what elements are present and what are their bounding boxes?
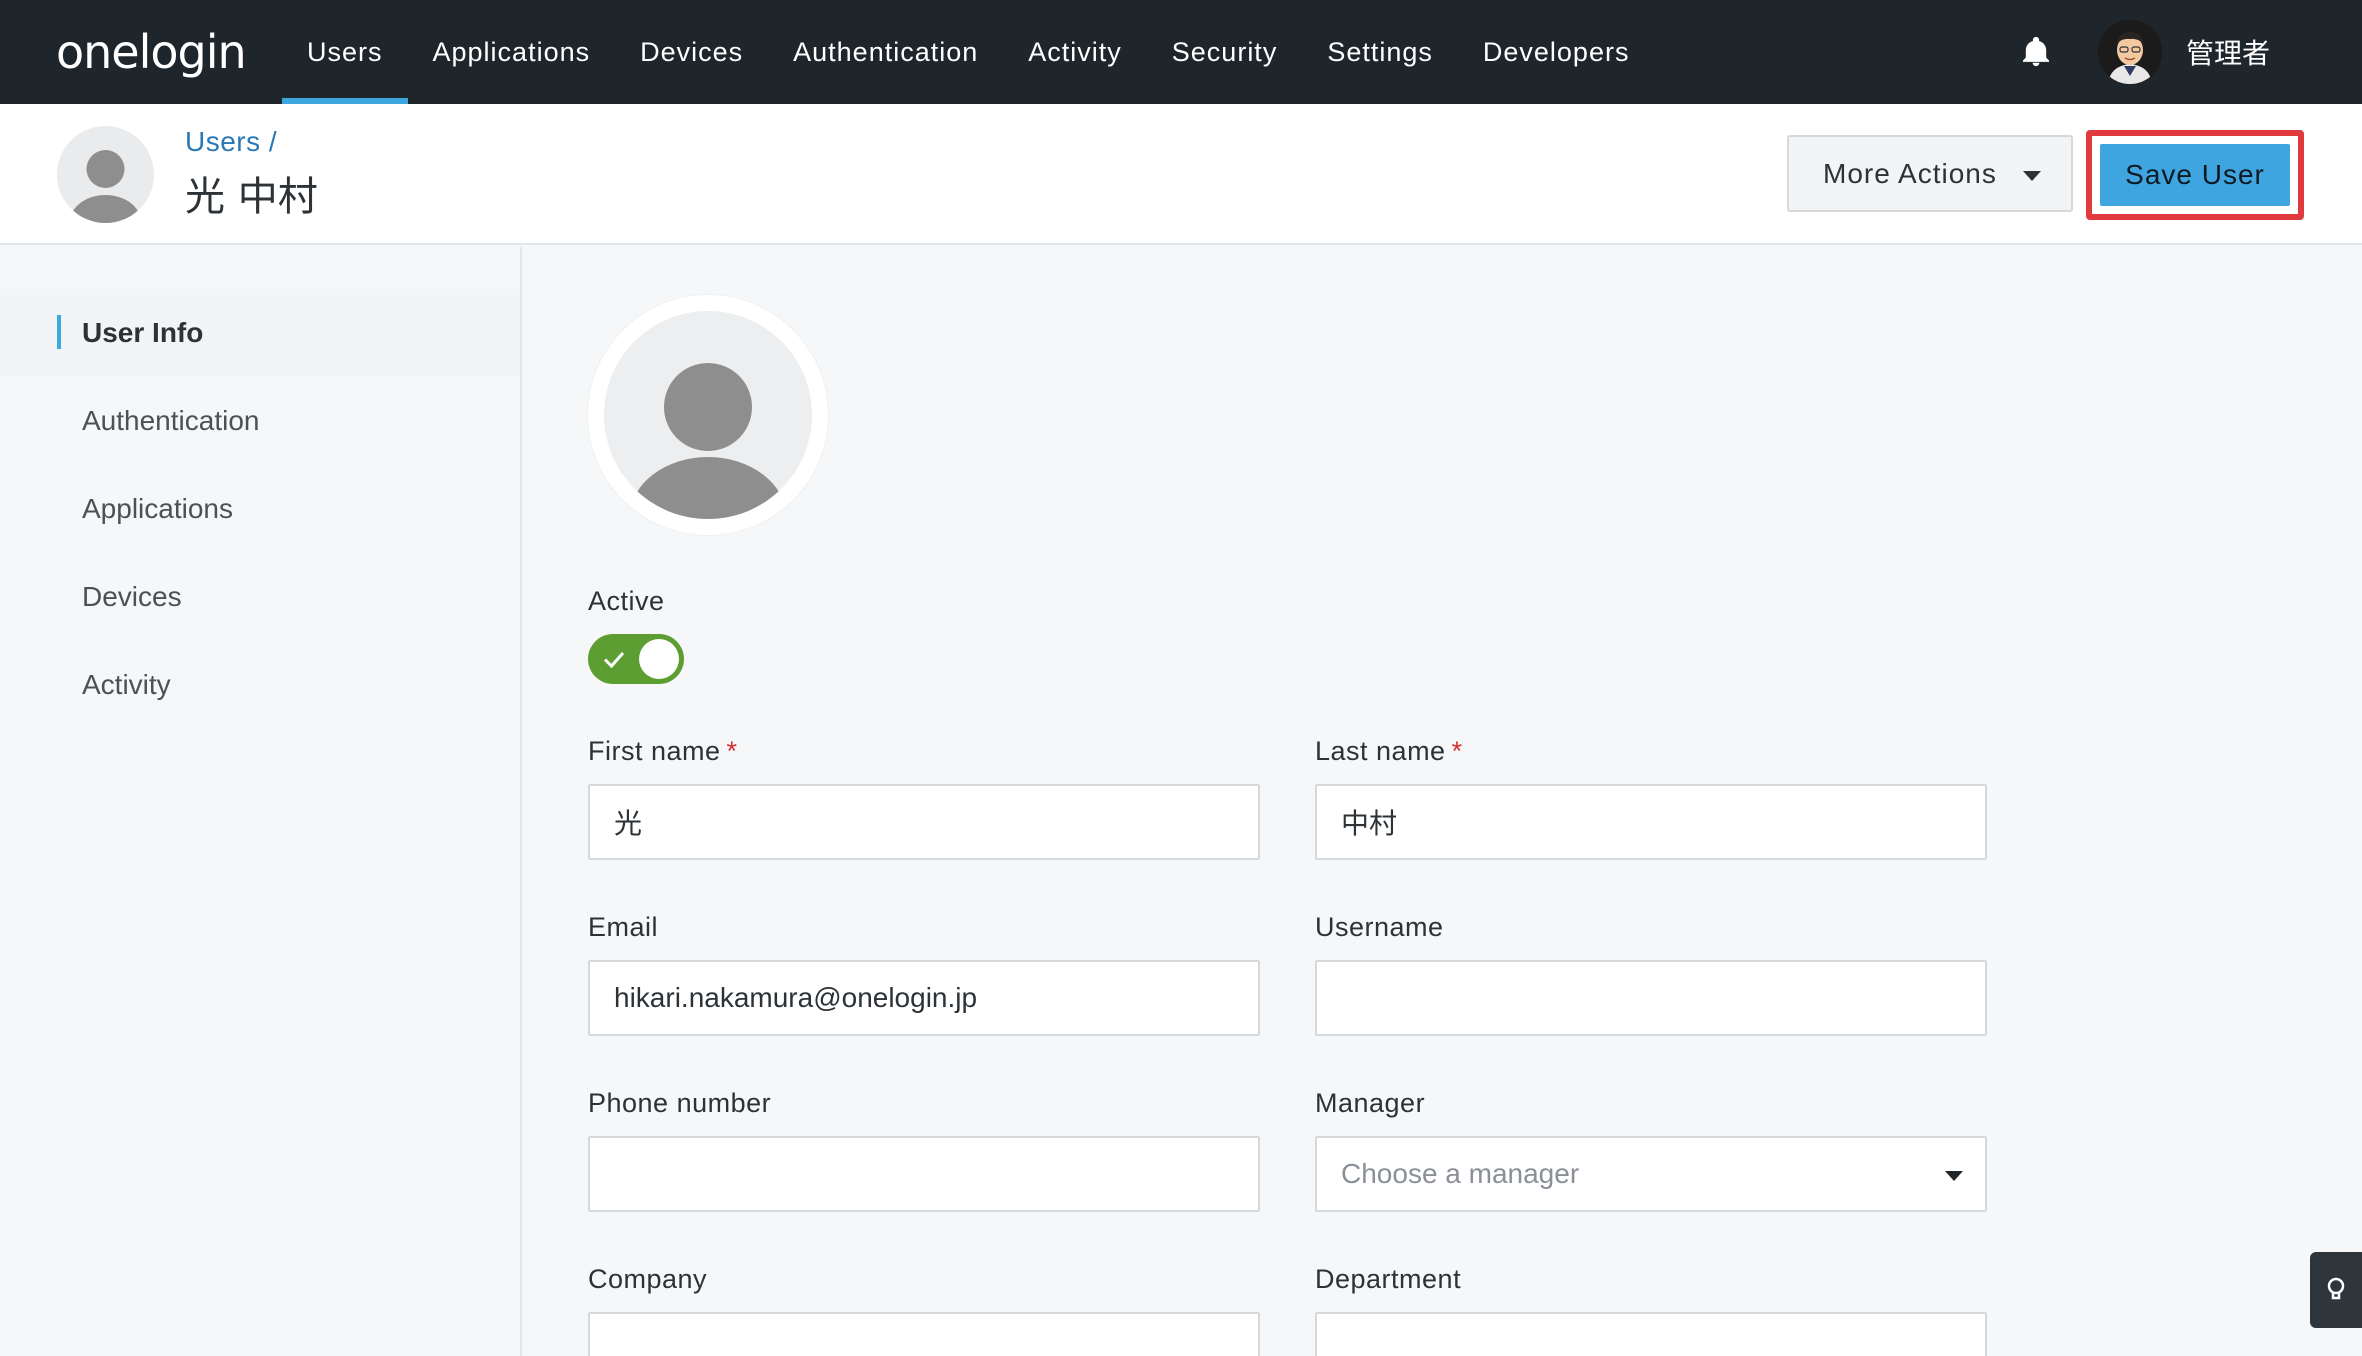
user-avatar [57, 126, 154, 223]
profile-picture-upload[interactable] [588, 295, 828, 535]
onelogin-logo[interactable]: onelogin [56, 20, 247, 84]
caret-down-icon [1945, 1171, 1963, 1181]
main-nav: Users Applications Devices Authenticatio… [282, 0, 1654, 104]
sidebar-item-applications[interactable]: Applications [0, 465, 520, 553]
email-field[interactable] [588, 960, 1260, 1036]
nav-item-security[interactable]: Security [1147, 0, 1303, 104]
sidebar-item-authentication[interactable]: Authentication [0, 377, 520, 465]
nav-item-users[interactable]: Users [282, 0, 408, 104]
username-label: Username [1315, 912, 1444, 942]
nav-item-authentication[interactable]: Authentication [768, 0, 1003, 104]
nav-item-applications[interactable]: Applications [408, 0, 616, 104]
bell-icon[interactable] [2019, 35, 2053, 69]
department-label: Department [1315, 1264, 1462, 1294]
save-button-highlight: Save User [2086, 130, 2304, 220]
required-mark: * [726, 736, 738, 766]
department-field[interactable] [1315, 1312, 1987, 1356]
phone-label: Phone number [588, 1088, 772, 1118]
last-name-label-text: Last name [1315, 736, 1446, 766]
caret-down-icon [2023, 171, 2041, 181]
active-label: Active [588, 586, 665, 616]
sidebar-item-user-info[interactable]: User Info [0, 289, 520, 377]
user-info-form: Active First name* Last name* Email User… [522, 247, 2362, 1356]
last-name-field[interactable] [1315, 784, 1987, 860]
email-label: Email [588, 912, 659, 942]
first-name-field[interactable] [588, 784, 1260, 860]
required-mark: * [1451, 736, 1463, 766]
page-header: Users / 光 中村 More Actions Save User [0, 104, 2362, 245]
nav-item-settings[interactable]: Settings [1302, 0, 1458, 104]
nav-item-developers[interactable]: Developers [1458, 0, 1655, 104]
company-label: Company [588, 1264, 708, 1294]
nav-item-activity[interactable]: Activity [1003, 0, 1147, 104]
phone-field[interactable] [588, 1136, 1260, 1212]
user-sidebar: User Info Authentication Applications De… [0, 247, 522, 1356]
nav-item-devices[interactable]: Devices [615, 0, 768, 104]
manager-select[interactable]: Choose a manager [1315, 1136, 1987, 1212]
company-field[interactable] [588, 1312, 1260, 1356]
check-icon [603, 652, 625, 669]
page-title: 光 中村 [185, 174, 318, 220]
last-name-label: Last name * [1315, 736, 1463, 767]
help-tab[interactable] [2310, 1252, 2362, 1328]
lightbulb-icon [2327, 1277, 2345, 1300]
username-field[interactable] [1315, 960, 1987, 1036]
sidebar-item-devices[interactable]: Devices [0, 553, 520, 641]
top-navbar: onelogin Users Applications Devices Auth… [0, 0, 2362, 104]
admin-avatar[interactable] [2098, 20, 2162, 84]
first-name-label-text: First name [588, 736, 721, 766]
toggle-knob [639, 639, 679, 679]
breadcrumb-users[interactable]: Users / [185, 126, 277, 158]
more-actions-dropdown[interactable]: More Actions [1787, 135, 2073, 212]
active-toggle[interactable] [588, 634, 684, 684]
more-actions-label: More Actions [1823, 157, 1997, 189]
save-user-button[interactable]: Save User [2100, 144, 2290, 206]
manager-label: Manager [1315, 1088, 1426, 1118]
admin-name[interactable]: 管理者 [2186, 32, 2270, 72]
first-name-label: First name * [588, 736, 738, 767]
sidebar-item-activity[interactable]: Activity [0, 641, 520, 729]
manager-placeholder: Choose a manager [1341, 1158, 1580, 1189]
